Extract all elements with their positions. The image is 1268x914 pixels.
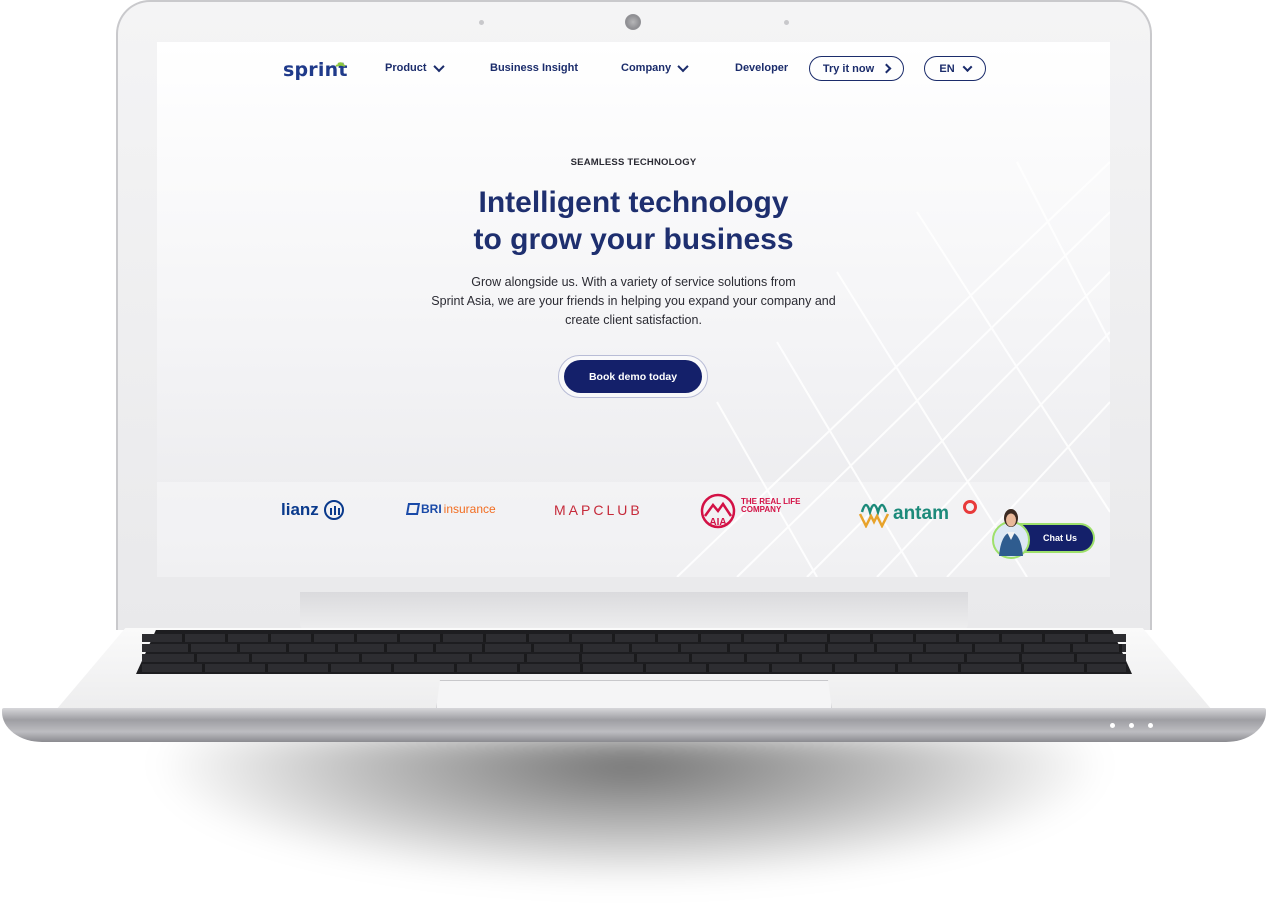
status-led <box>1148 723 1153 728</box>
status-led <box>1110 723 1115 728</box>
key-row <box>142 634 1126 642</box>
aia-tagline: THE REAL LIFE COMPANY <box>741 498 800 514</box>
hero-description-line3: create client satisfaction. <box>565 313 702 327</box>
sensor-dot <box>784 20 789 25</box>
browser-screen: sprint Product Business Insight Company … <box>157 42 1110 577</box>
language-selector[interactable]: EN <box>924 56 986 81</box>
try-it-now-button[interactable]: Try it now <box>809 56 904 81</box>
allianz-logo: lianz <box>281 500 344 520</box>
hero-description-line1: Grow alongside us. With a variety of ser… <box>471 275 796 289</box>
hero-description: Grow alongside us. With a variety of ser… <box>377 273 890 330</box>
antam-emblem-icon <box>858 503 890 528</box>
bri-insurance-wordmark: insurance <box>443 502 496 516</box>
trackpad <box>436 680 832 710</box>
signal-icon <box>335 62 346 67</box>
chat-agent-avatar[interactable] <box>989 502 1033 562</box>
nav-product-label: Product <box>385 62 427 74</box>
nav-developer[interactable]: Developer <box>735 62 788 74</box>
chevron-down-icon <box>962 62 973 73</box>
chevron-down-icon <box>677 60 689 73</box>
allianz-wordmark: lianz <box>281 500 319 519</box>
sensor-dot <box>479 20 484 25</box>
svg-text:AIA: AIA <box>709 517 726 528</box>
hero-headline: Intelligent technology to grow your busi… <box>157 184 1110 258</box>
laptop-shadow <box>150 735 1110 885</box>
try-it-now-label: Try it now <box>822 62 875 75</box>
hero-description-line2: Sprint Asia, we are your friends in help… <box>431 294 836 308</box>
allianz-emblem-icon <box>323 500 344 520</box>
partner-ring-icon <box>963 500 977 514</box>
key-row <box>142 664 1126 672</box>
antam-logo: antam <box>858 494 949 528</box>
top-nav: sprint Product Business Insight Company … <box>157 42 1110 98</box>
hero-headline-line1: Intelligent technology <box>478 186 789 219</box>
key-row <box>142 654 1126 662</box>
nav-company[interactable]: Company <box>621 60 689 74</box>
language-label: EN <box>939 62 955 75</box>
book-demo-button[interactable]: Book demo today <box>564 360 702 393</box>
antam-wordmark: antam <box>893 503 949 524</box>
laptop-base <box>2 708 1266 742</box>
bri-wordmark: BRI <box>421 502 442 516</box>
aia-logo: AIA THE REAL LIFE COMPANY <box>699 492 800 530</box>
chevron-down-icon <box>432 60 445 73</box>
chevron-right-icon <box>881 63 892 74</box>
nav-business-insight[interactable]: Business Insight <box>490 62 578 74</box>
key-row <box>142 644 1126 652</box>
nav-company-label: Company <box>621 62 672 74</box>
nav-product[interactable]: Product <box>385 60 445 74</box>
nav-business-insight-label: Business Insight <box>490 62 579 74</box>
mapclub-logo: MAPCLUB <box>554 502 643 518</box>
laptop-hinge <box>300 592 968 630</box>
aia-tagline-line2: COMPANY <box>741 505 782 514</box>
nav-developer-label: Developer <box>735 62 789 74</box>
bri-emblem-icon <box>405 503 421 515</box>
aia-emblem-icon: AIA <box>700 493 736 529</box>
status-led <box>1129 723 1134 728</box>
bri-insurance-logo: BRI insurance <box>405 502 496 516</box>
webcam <box>625 14 641 30</box>
hero-headline-line2: to grow your business <box>473 223 794 256</box>
hero-eyebrow: SEAMLESS TECHNOLOGY <box>570 157 697 168</box>
